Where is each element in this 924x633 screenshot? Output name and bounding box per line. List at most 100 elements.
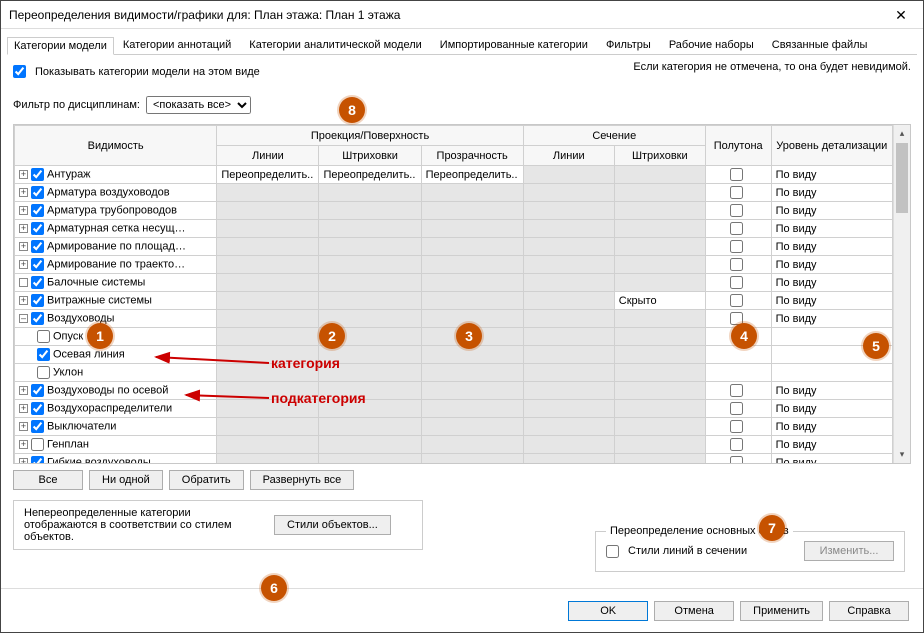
halftone-checkbox[interactable] — [730, 258, 743, 271]
halftone-checkbox[interactable] — [730, 276, 743, 289]
cut-lines-cell[interactable] — [523, 292, 614, 310]
halftone-checkbox[interactable] — [730, 312, 743, 325]
halftone-cell[interactable] — [705, 328, 771, 346]
proj-transp-cell[interactable] — [421, 454, 523, 464]
table-row[interactable]: –ВоздуховодыПо виду — [15, 310, 893, 328]
expand-toggle[interactable]: + — [19, 224, 28, 233]
host-edit-button[interactable]: Изменить... — [804, 541, 894, 561]
detail-cell[interactable]: По виду — [771, 166, 892, 184]
detail-cell[interactable]: По виду — [771, 418, 892, 436]
cut-patterns-cell[interactable] — [614, 166, 705, 184]
tab-analytical-categories[interactable]: Категории аналитической модели — [240, 34, 431, 55]
cut-lines-cell[interactable] — [523, 220, 614, 238]
discipline-filter-select[interactable]: <показать все> — [146, 96, 251, 114]
cut-patterns-cell[interactable] — [614, 418, 705, 436]
ok-button[interactable]: OK — [568, 601, 648, 621]
table-row[interactable]: +Арматурная сетка несущ…По виду — [15, 220, 893, 238]
detail-cell[interactable]: По виду — [771, 382, 892, 400]
detail-cell[interactable]: По виду — [771, 184, 892, 202]
proj-transp-cell[interactable] — [421, 364, 523, 382]
expand-toggle[interactable]: + — [19, 458, 28, 463]
halftone-cell[interactable] — [705, 202, 771, 220]
cut-lines-cell[interactable] — [523, 418, 614, 436]
cut-patterns-cell[interactable] — [614, 220, 705, 238]
scroll-up-icon[interactable]: ▴ — [894, 125, 910, 142]
proj-lines-cell[interactable] — [217, 346, 319, 364]
expand-toggle[interactable]: + — [19, 422, 28, 431]
proj-patterns-cell[interactable] — [319, 364, 421, 382]
table-row[interactable]: Опуск — [15, 328, 893, 346]
table-row[interactable]: +Гибкие воздуховодыПо виду — [15, 454, 893, 464]
cut-patterns-cell[interactable] — [614, 346, 705, 364]
table-row[interactable]: Балочные системыПо виду — [15, 274, 893, 292]
halftone-checkbox[interactable] — [730, 168, 743, 181]
proj-lines-cell[interactable] — [217, 310, 319, 328]
tab-filters[interactable]: Фильтры — [597, 34, 660, 55]
visibility-checkbox[interactable] — [31, 222, 44, 235]
halftone-cell[interactable] — [705, 238, 771, 256]
table-row[interactable]: +Армирование по траекто…По виду — [15, 256, 893, 274]
select-all-button[interactable]: Все — [13, 470, 83, 490]
proj-patterns-cell[interactable] — [319, 292, 421, 310]
expand-toggle[interactable]: + — [19, 296, 28, 305]
cut-lines-cell[interactable] — [523, 238, 614, 256]
proj-patterns-cell[interactable] — [319, 220, 421, 238]
halftone-checkbox[interactable] — [730, 402, 743, 415]
proj-transp-cell[interactable] — [421, 202, 523, 220]
cut-lines-cell[interactable] — [523, 400, 614, 418]
table-row[interactable]: +АнтуражПереопределить..Переопределить..… — [15, 166, 893, 184]
cut-lines-cell[interactable] — [523, 184, 614, 202]
proj-lines-cell[interactable] — [217, 400, 319, 418]
proj-lines-cell[interactable] — [217, 418, 319, 436]
proj-lines-cell[interactable] — [217, 202, 319, 220]
cut-lines-cell[interactable] — [523, 256, 614, 274]
detail-cell[interactable] — [771, 364, 892, 382]
proj-lines-cell[interactable] — [217, 382, 319, 400]
table-row[interactable]: +Армирование по площад…По виду — [15, 238, 893, 256]
expand-toggle[interactable]: + — [19, 188, 28, 197]
proj-lines-cell[interactable] — [217, 364, 319, 382]
tab-model-categories[interactable]: Категории модели — [7, 37, 114, 55]
tab-linked-files[interactable]: Связанные файлы — [763, 34, 877, 55]
cut-lines-cell[interactable] — [523, 382, 614, 400]
halftone-cell[interactable] — [705, 436, 771, 454]
cut-patterns-cell[interactable] — [614, 400, 705, 418]
cut-patterns-cell[interactable] — [614, 382, 705, 400]
expand-toggle[interactable]: + — [19, 386, 28, 395]
proj-patterns-cell[interactable] — [319, 436, 421, 454]
table-row[interactable]: +ВоздухораспределителиПо виду — [15, 400, 893, 418]
proj-lines-cell[interactable] — [217, 256, 319, 274]
proj-transp-cell[interactable] — [421, 238, 523, 256]
halftone-cell[interactable] — [705, 400, 771, 418]
halftone-checkbox[interactable] — [730, 438, 743, 451]
halftone-cell[interactable] — [705, 184, 771, 202]
expand-toggle[interactable] — [19, 278, 28, 287]
halftone-cell[interactable] — [705, 256, 771, 274]
cut-lines-cell[interactable] — [523, 328, 614, 346]
visibility-checkbox[interactable] — [31, 240, 44, 253]
visibility-checkbox[interactable] — [37, 366, 50, 379]
visibility-checkbox[interactable] — [37, 348, 50, 361]
cut-patterns-cell[interactable] — [614, 184, 705, 202]
halftone-checkbox[interactable] — [730, 222, 743, 235]
detail-cell[interactable]: По виду — [771, 274, 892, 292]
detail-cell[interactable]: По виду — [771, 400, 892, 418]
halftone-cell[interactable] — [705, 274, 771, 292]
proj-patterns-cell[interactable] — [319, 454, 421, 464]
halftone-checkbox[interactable] — [730, 294, 743, 307]
cut-lines-cell[interactable] — [523, 274, 614, 292]
visibility-checkbox[interactable] — [37, 330, 50, 343]
proj-patterns-cell[interactable] — [319, 310, 421, 328]
halftone-cell[interactable] — [705, 454, 771, 464]
table-row[interactable]: Уклон — [15, 364, 893, 382]
cut-lines-cell[interactable] — [523, 436, 614, 454]
proj-transp-cell[interactable] — [421, 328, 523, 346]
detail-cell[interactable]: По виду — [771, 220, 892, 238]
cut-lines-cell[interactable] — [523, 202, 614, 220]
halftone-cell[interactable] — [705, 220, 771, 238]
detail-cell[interactable]: По виду — [771, 292, 892, 310]
proj-lines-cell[interactable] — [217, 436, 319, 454]
cut-patterns-cell[interactable] — [614, 310, 705, 328]
proj-patterns-cell[interactable] — [319, 184, 421, 202]
visibility-checkbox[interactable] — [31, 186, 44, 199]
